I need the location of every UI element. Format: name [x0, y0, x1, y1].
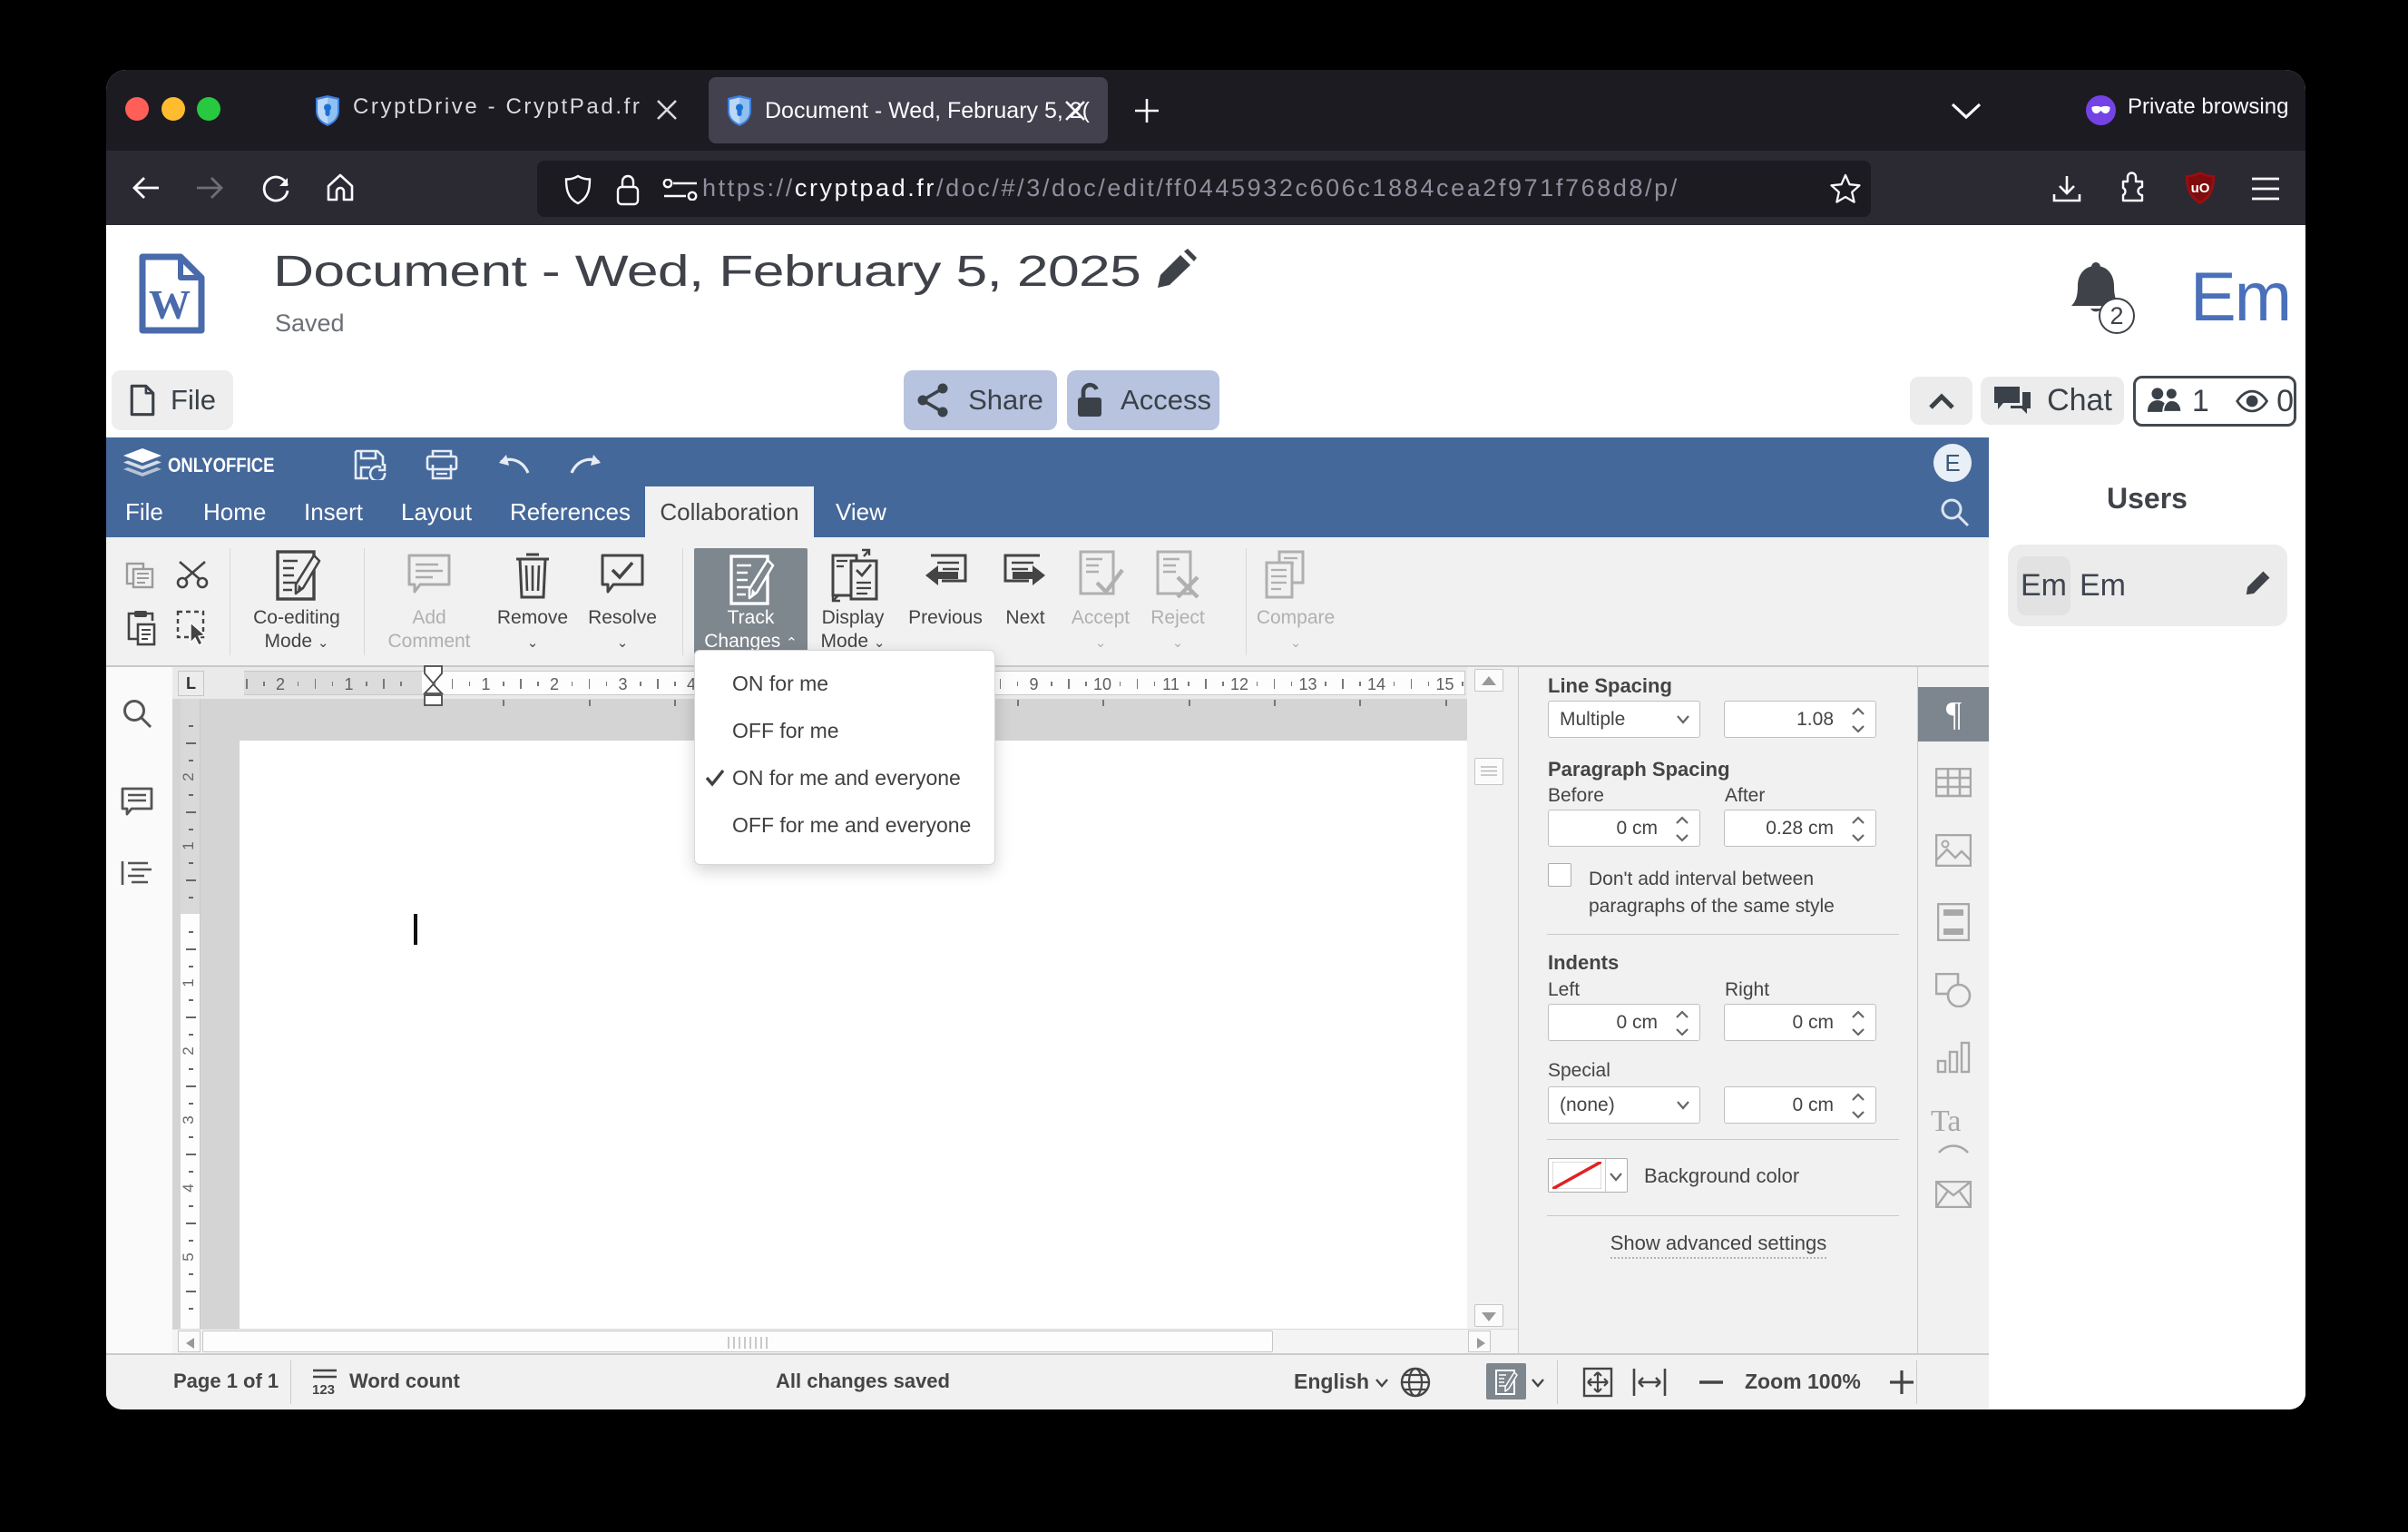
svg-text:W: W [149, 281, 191, 328]
svg-text:123: 123 [312, 1382, 335, 1397]
svg-text:uO: uO [2191, 181, 2210, 196]
